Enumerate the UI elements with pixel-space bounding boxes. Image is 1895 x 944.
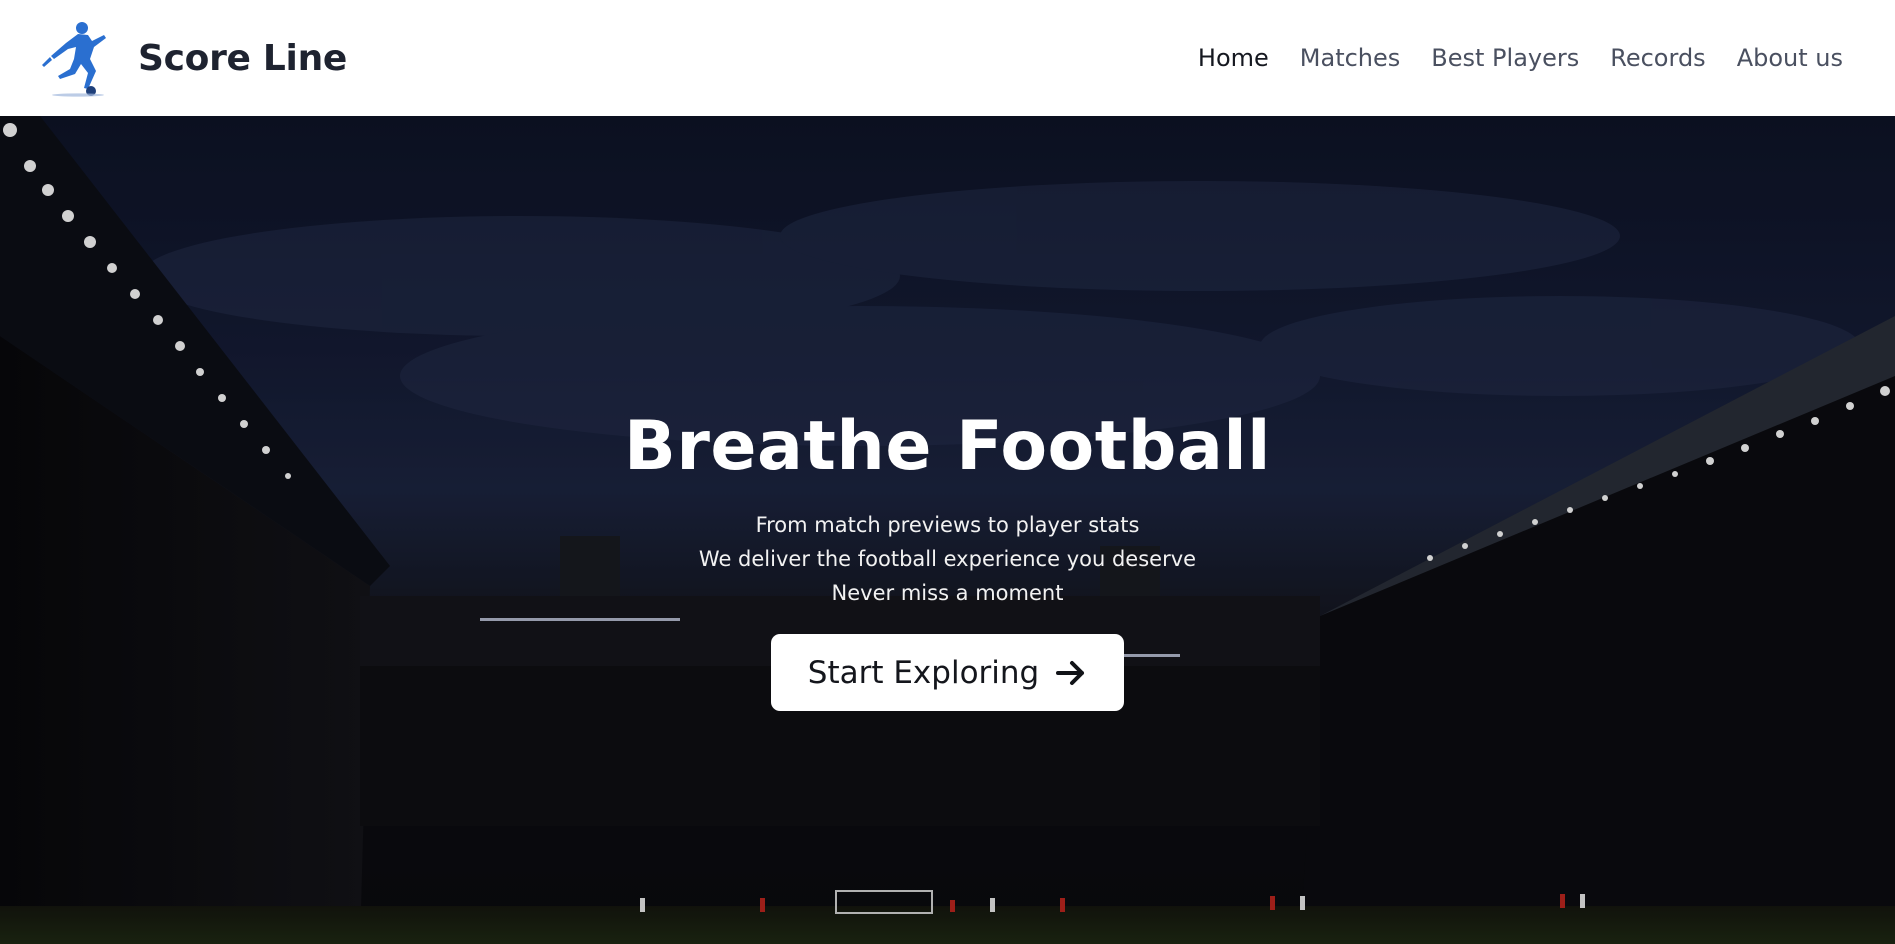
- start-exploring-button[interactable]: Start Exploring: [771, 634, 1124, 711]
- nav-home[interactable]: Home: [1198, 44, 1269, 72]
- hero-line-1: From match previews to player stats: [755, 513, 1140, 537]
- hero-tagline: From match previews to player stats We d…: [0, 508, 1895, 610]
- nav-about-us[interactable]: About us: [1737, 44, 1843, 72]
- brand-name: Score Line: [138, 37, 348, 79]
- hero-line-3: Never miss a moment: [831, 581, 1064, 605]
- start-exploring-label: Start Exploring: [807, 654, 1040, 691]
- nav-best-players[interactable]: Best Players: [1431, 44, 1579, 72]
- main-nav: Home Matches Best Players Records About …: [1198, 44, 1843, 72]
- nav-records[interactable]: Records: [1610, 44, 1705, 72]
- hero-content: Breathe Football From match previews to …: [0, 116, 1895, 944]
- nav-matches[interactable]: Matches: [1300, 44, 1401, 72]
- football-player-logo-icon: [42, 22, 106, 97]
- hero-section: Breathe Football From match previews to …: [0, 116, 1895, 944]
- brand-link[interactable]: Score Line: [38, 19, 347, 97]
- arrow-right-icon: [1056, 660, 1085, 685]
- site-header: Score Line Home Matches Best Players Rec…: [0, 0, 1895, 116]
- hero-line-2: We deliver the football experience you d…: [698, 547, 1197, 571]
- hero-title: Breathe Football: [624, 407, 1271, 486]
